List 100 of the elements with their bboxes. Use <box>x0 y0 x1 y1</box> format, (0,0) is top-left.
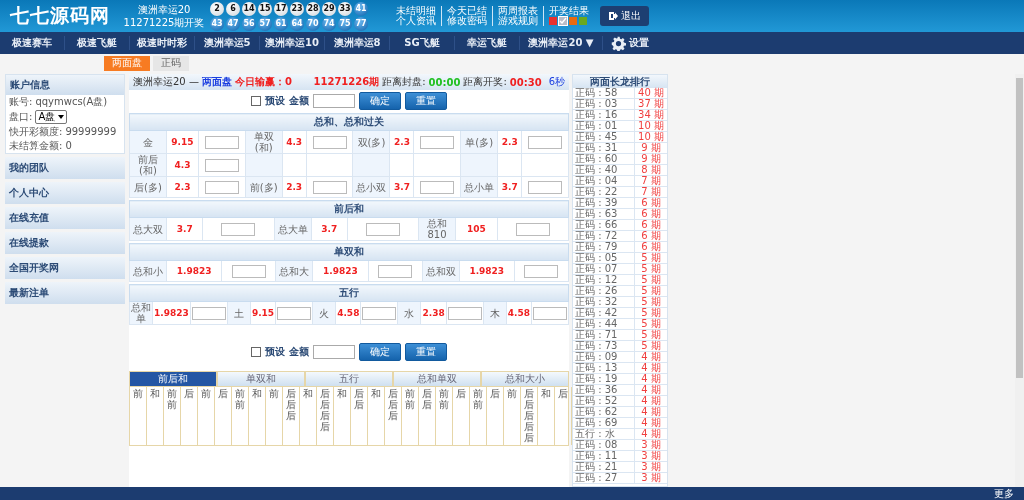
bet-amount-field[interactable] <box>204 158 239 172</box>
ranking-count: 3 期 <box>640 440 662 450</box>
panel-title: 账户信息 <box>6 75 124 95</box>
reset-button[interactable]: 重置 <box>405 92 447 110</box>
theme-swatch[interactable] <box>569 17 577 25</box>
ranking-label: 正码 : 39 <box>573 198 635 208</box>
nav-item[interactable]: 澳洲幸运20 ▼ <box>520 36 603 50</box>
sidebar-item[interactable]: 在线充值 <box>5 207 125 229</box>
bet-amount-field[interactable] <box>515 222 550 236</box>
result-cell: 前 <box>198 387 215 445</box>
bet-amount-field[interactable] <box>528 135 563 149</box>
market-select[interactable]: A盘 <box>35 110 68 124</box>
sidebar-item[interactable]: 个人中心 <box>5 182 125 204</box>
header-link[interactable]: 修改密码 <box>441 16 492 26</box>
bet-amount-field[interactable] <box>528 180 563 194</box>
odds-value: 3.7 <box>389 176 414 198</box>
result-tab[interactable]: 单双和 <box>217 371 305 387</box>
odds-value: 4.58 <box>506 301 532 325</box>
ranking-label: 正码 : 32 <box>573 297 635 307</box>
nav-item[interactable]: 澳洲幸运10 <box>260 36 325 50</box>
nav-item[interactable]: 幸运飞艇 <box>455 36 520 50</box>
nav-item[interactable]: 极速赛车 <box>0 36 65 50</box>
number-ball: 75 <box>338 16 352 31</box>
confirm-button[interactable]: 确定 <box>359 343 401 361</box>
bet-amount-field[interactable] <box>524 264 559 278</box>
theme-swatch[interactable] <box>559 17 567 25</box>
theme-swatch[interactable] <box>579 17 587 25</box>
amount-field[interactable] <box>313 94 355 108</box>
ranking-label: 正码 : 22 <box>573 187 635 197</box>
header-link[interactable]: 今天已结 <box>441 6 492 16</box>
amount-label: 金额 <box>289 94 309 108</box>
number-ball: 14 <box>242 1 256 16</box>
ranking-label: 正码 : 72 <box>573 231 635 241</box>
bet-amount-field[interactable] <box>365 222 400 236</box>
nav-item[interactable]: 澳洲幸运5 <box>195 36 260 50</box>
ranking-count: 5 期 <box>640 308 662 318</box>
preset-checkbox[interactable] <box>251 96 261 106</box>
ranking-count: 8 期 <box>640 165 662 175</box>
bet-amount-field[interactable] <box>231 264 266 278</box>
reset-button[interactable]: 重置 <box>405 343 447 361</box>
sidebar-item[interactable]: 最新注单 <box>5 282 125 304</box>
ranking-count: 5 期 <box>640 253 662 263</box>
ranking-count: 5 期 <box>640 264 662 274</box>
header-link[interactable]: 未结明细 <box>396 6 441 16</box>
bet-amount-field[interactable] <box>362 306 397 320</box>
scrollbar[interactable] <box>1015 74 1024 487</box>
number-ball: 33 <box>338 1 352 16</box>
field-label: 快开彩额度: <box>9 126 63 138</box>
more-link[interactable]: 更多 <box>994 487 1014 500</box>
result-cell: 前前 <box>232 387 249 445</box>
period-number: 11271226期 <box>313 75 380 89</box>
nav-item[interactable]: 极速时时彩 <box>130 36 195 50</box>
header-link[interactable]: 两周报表 <box>492 6 543 16</box>
nav-item[interactable]: 澳洲幸运8 <box>325 36 390 50</box>
result-cell: 后后 <box>351 387 368 445</box>
sidebar-item[interactable]: 我的团队 <box>5 157 125 179</box>
ranking-label: 正码 : 16 <box>573 110 635 120</box>
logout-button[interactable]: 退出 <box>600 6 649 26</box>
ranking-label: 正码 : 11 <box>573 451 635 461</box>
sidebar-item[interactable]: 在线提款 <box>5 232 125 254</box>
ranking-count: 5 期 <box>640 286 662 296</box>
result-cell: 后后后 <box>283 387 300 445</box>
bet-amount-field[interactable] <box>420 135 455 149</box>
bet-amount-field[interactable] <box>204 135 239 149</box>
ranking-label: 正码 : 63 <box>573 209 635 219</box>
ranking-count: 4 期 <box>640 418 662 428</box>
result-tab[interactable]: 五行 <box>305 371 393 387</box>
bet-amount-field[interactable] <box>221 222 256 236</box>
result-tab[interactable]: 总和单双 <box>393 371 481 387</box>
amount-field[interactable] <box>313 345 355 359</box>
bet-amount-field[interactable] <box>312 135 347 149</box>
nav-item[interactable]: 极速飞艇 <box>65 36 130 50</box>
result-tab[interactable]: 总和大小 <box>481 371 569 387</box>
result-cell: 后后后后后 <box>521 387 538 445</box>
number-ball: 43 <box>210 16 224 31</box>
result-tab[interactable]: 前后和 <box>129 371 217 387</box>
confirm-button[interactable]: 确定 <box>359 92 401 110</box>
bet-amount-field[interactable] <box>312 180 347 194</box>
bet-label: 金 <box>129 130 167 154</box>
preset-label: 预设 <box>265 345 285 359</box>
theme-swatch[interactable] <box>549 17 557 25</box>
bet-amount-field[interactable] <box>533 306 567 320</box>
bet-amount-field[interactable] <box>204 180 239 194</box>
draw-label: 距离开奖: <box>463 75 507 89</box>
bet-amount-field[interactable] <box>447 306 482 320</box>
ranking-label: 正码 : 13 <box>573 363 635 373</box>
site-logo: 七七源码网 <box>10 3 111 28</box>
settings-link[interactable]: 设置 <box>611 35 649 51</box>
number-ball: 56 <box>242 16 256 31</box>
sidebar-item[interactable]: 全国开奖网 <box>5 257 125 279</box>
bet-amount-field[interactable] <box>378 264 413 278</box>
bet-amount-field[interactable] <box>191 306 226 320</box>
bet-amount-field[interactable] <box>420 180 455 194</box>
nav-item[interactable]: SG飞艇 <box>390 36 455 50</box>
ranking-count: 4 期 <box>640 385 662 395</box>
header-link[interactable]: 游戏规则 <box>492 16 543 26</box>
preset-checkbox[interactable] <box>251 347 261 357</box>
bet-amount-field[interactable] <box>277 306 312 320</box>
tab[interactable]: 正码 <box>153 56 189 71</box>
header-link[interactable]: 个人资讯 <box>396 16 441 26</box>
